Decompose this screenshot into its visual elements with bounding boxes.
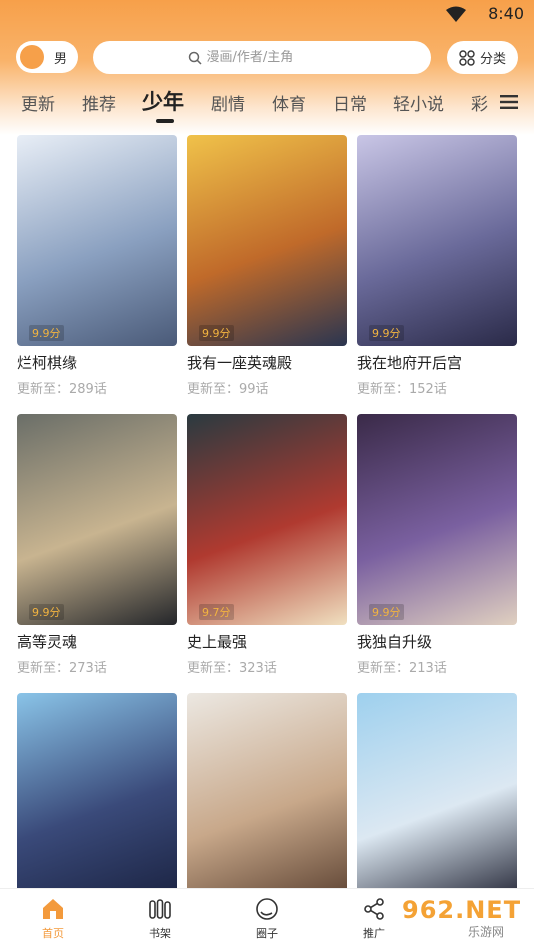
comic-title[interactable]: 高等灵魂: [17, 631, 177, 652]
site-watermark: 962.NET 乐游网: [396, 896, 526, 942]
active-tab-indicator: [156, 119, 174, 123]
comic-update-status: 更新至：289话: [17, 382, 107, 397]
nav-label: 首页: [42, 927, 64, 940]
comic-cover[interactable]: [17, 693, 177, 888]
nav-bookshelf[interactable]: 书架: [130, 897, 190, 941]
comic-cover[interactable]: [187, 693, 347, 888]
comic-update-status: 更新至：152话: [357, 382, 447, 397]
toggle-knob: [20, 45, 44, 69]
tab-color[interactable]: 彩: [471, 90, 488, 115]
bookshelf-icon: [149, 899, 171, 919]
category-button[interactable]: 分类: [447, 41, 518, 74]
status-time: 8:40: [488, 4, 524, 23]
share-icon: [364, 898, 384, 920]
comic-cover[interactable]: 9.9分: [357, 135, 517, 346]
category-grid-icon: [459, 49, 475, 66]
nav-label: 圈子: [256, 927, 278, 940]
comic-update-status: 更新至：273话: [17, 661, 107, 676]
tab-drama[interactable]: 剧情: [211, 90, 245, 115]
watermark-logo: 962.NET: [402, 896, 522, 924]
comic-rating: 9.7分: [199, 604, 234, 620]
nav-label: 推广: [363, 927, 385, 940]
comic-card[interactable]: [17, 693, 177, 888]
comic-cover[interactable]: 9.9分: [357, 414, 517, 625]
comic-update-status: 更新至：323话: [187, 661, 277, 676]
home-icon: [43, 899, 63, 919]
comic-card[interactable]: 9.9分 我有一座英魂殿 更新至：99话: [187, 135, 347, 397]
comic-update-status: 更新至：99话: [187, 382, 269, 397]
comic-card[interactable]: [357, 693, 517, 888]
search-box[interactable]: [93, 41, 431, 74]
comic-rating: 9.9分: [369, 604, 404, 620]
comic-card[interactable]: [187, 693, 347, 888]
comic-rating: 9.9分: [369, 325, 404, 341]
comic-rating: 9.9分: [199, 325, 234, 341]
comic-cover[interactable]: 9.9分: [187, 135, 347, 346]
comic-title[interactable]: 烂柯棋缘: [17, 352, 177, 373]
comic-rating: 9.9分: [29, 604, 64, 620]
comic-card[interactable]: 9.9分 烂柯棋缘 更新至：289话: [17, 135, 177, 397]
watermark-site-name: 乐游网: [468, 925, 505, 939]
category-label: 分类: [479, 52, 506, 67]
comic-card[interactable]: 9.9分 我在地府开后宫 更新至：152话: [357, 135, 517, 397]
comic-cover[interactable]: 9.9分: [17, 414, 177, 625]
comic-cover[interactable]: 9.9分: [17, 135, 177, 346]
gender-label: 男: [54, 51, 68, 67]
search-icon: [188, 51, 202, 65]
comic-cover[interactable]: 9.7分: [187, 414, 347, 625]
nav-circle[interactable]: 圈子: [237, 897, 297, 941]
tab-recommend[interactable]: 推荐: [82, 90, 116, 115]
comic-card[interactable]: 9.9分 高等灵魂 更新至：273话: [17, 414, 177, 676]
comic-rating: 9.9分: [29, 325, 64, 341]
wifi-icon: [446, 6, 466, 22]
comic-card[interactable]: 9.9分 我独自升级 更新至：213话: [357, 414, 517, 676]
tab-shonen[interactable]: 少年: [142, 86, 184, 116]
category-tabs: 更新 推荐 少年 剧情 体育 日常 轻小说 彩: [0, 84, 534, 124]
nav-label: 书架: [149, 927, 171, 940]
tab-sports[interactable]: 体育: [272, 90, 306, 115]
nav-home[interactable]: 首页: [23, 897, 83, 941]
status-bar: 8:40: [0, 0, 534, 30]
tab-daily[interactable]: 日常: [333, 90, 367, 115]
comic-cover[interactable]: [357, 693, 517, 888]
comic-title[interactable]: 史上最强: [187, 631, 347, 652]
menu-icon[interactable]: [500, 94, 518, 110]
gender-toggle[interactable]: 男: [16, 41, 78, 73]
tab-update[interactable]: 更新: [21, 90, 55, 115]
comic-card[interactable]: 9.7分 史上最强 更新至：323话: [187, 414, 347, 676]
comic-title[interactable]: 我独自升级: [357, 631, 517, 652]
circle-icon: [256, 898, 278, 920]
comic-title[interactable]: 我在地府开后宫: [357, 352, 517, 373]
nav-promote[interactable]: 推广: [344, 897, 404, 941]
tab-light-novel[interactable]: 轻小说: [393, 90, 444, 115]
comic-title[interactable]: 我有一座英魂殿: [187, 352, 347, 373]
search-input[interactable]: [206, 50, 337, 65]
comic-update-status: 更新至：213话: [357, 661, 447, 676]
comic-grid: 9.9分 烂柯棋缘 更新至：289话 9.9分 我有一座英魂殿 更新至：99话 …: [0, 135, 534, 888]
